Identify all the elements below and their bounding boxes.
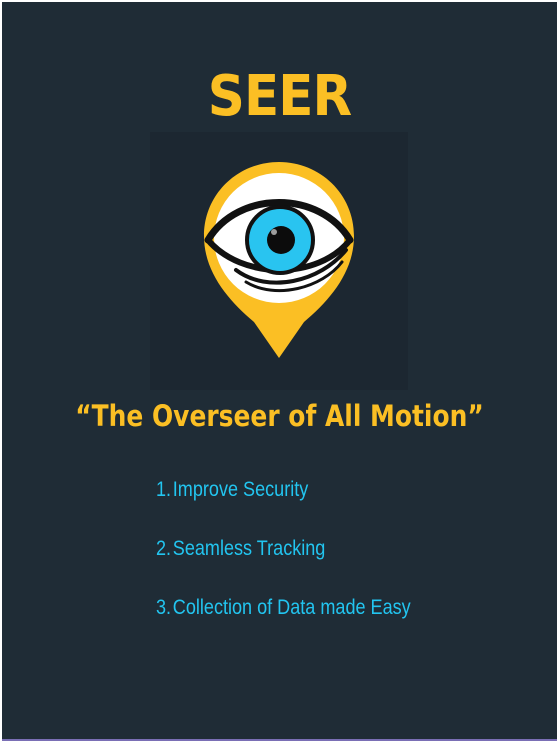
list-item: 3.Collection of Data made Easy (156, 590, 411, 626)
tagline: “The Overseer of All Motion” (75, 399, 484, 433)
eye-location-pin-icon (204, 162, 354, 358)
list-item-label: Collection of Data made Easy (172, 596, 411, 619)
feature-list: 1.Improve Security 2.Seamless Tracking 3… (156, 472, 452, 649)
logo (150, 132, 408, 390)
list-item-label: Seamless Tracking (172, 537, 326, 560)
list-item: 2.Seamless Tracking (156, 531, 411, 567)
slide: SEER “The Overseer of All Motion” 1.Impr… (2, 2, 557, 741)
list-item: 1.Improve Security (156, 472, 411, 508)
list-number: 3. (156, 596, 172, 619)
list-item-label: Improve Security (172, 478, 309, 501)
list-number: 2. (156, 537, 172, 560)
list-number: 1. (156, 478, 172, 501)
slide-title: SEER (207, 64, 352, 129)
